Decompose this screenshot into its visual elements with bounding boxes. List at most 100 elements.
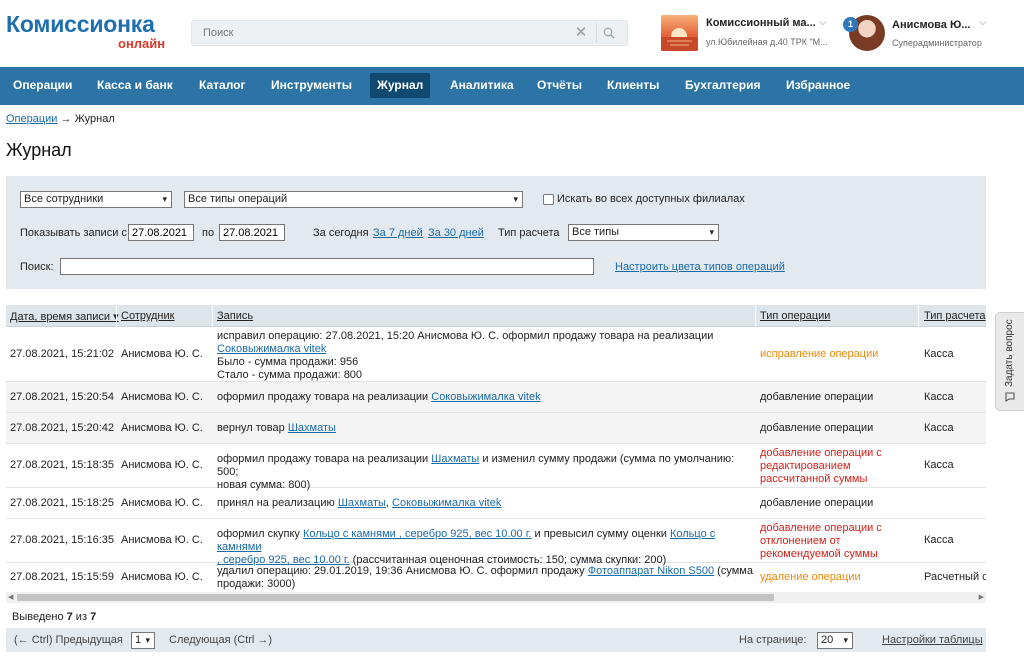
chevron-down-icon: ▾ bbox=[513, 194, 518, 204]
cell-record: вернул товар Шахматы bbox=[217, 422, 336, 434]
date-from-input[interactable] bbox=[128, 224, 194, 241]
configure-colors-link[interactable]: Настроить цвета типов операций bbox=[615, 261, 785, 273]
cell-calc-type: Расчетный сч bbox=[924, 571, 986, 583]
last-30-days-link[interactable]: За 30 дней bbox=[428, 227, 484, 239]
chat-icon bbox=[1004, 391, 1016, 406]
product-link[interactable]: Фотоаппарат Nikon S500 bbox=[588, 565, 714, 577]
to-label: по bbox=[202, 227, 215, 239]
cell-operation-type: добавление операции bbox=[760, 391, 874, 403]
header-date[interactable]: Дата, время записи ▾ bbox=[10, 310, 119, 323]
cell-employee: Анисмова Ю. С. bbox=[121, 534, 203, 546]
cell-record: оформил скупку Кольцо с камнями , серебр… bbox=[217, 528, 716, 566]
nav-item-journal[interactable]: Журнал bbox=[370, 73, 431, 98]
search-box: ✕ bbox=[191, 20, 628, 46]
cell-date: 27.08.2021, 15:20:42 bbox=[10, 422, 114, 434]
scroll-right-icon[interactable]: ▶ bbox=[979, 592, 984, 603]
cell-employee: Анисмова Ю. С. bbox=[121, 422, 203, 434]
logo[interactable]: Комиссионка онлайн bbox=[6, 12, 165, 51]
chevron-down-icon: ▾ bbox=[145, 635, 150, 645]
operation-type-select[interactable]: Все типы операций ▾ bbox=[184, 191, 523, 208]
operation-type-value: Все типы операций bbox=[188, 193, 288, 205]
store-image bbox=[661, 15, 698, 51]
table-settings-link[interactable]: Настройки таблицы bbox=[882, 634, 983, 646]
ask-question-tab[interactable]: Задать вопрос bbox=[995, 312, 1024, 411]
cell-employee: Анисмова Ю. С. bbox=[121, 497, 203, 509]
table-row[interactable]: 27.08.2021, 15:20:42 Анисмова Ю. С. верн… bbox=[6, 413, 986, 444]
nav-item-catalog[interactable]: Каталог bbox=[192, 73, 253, 98]
product-link[interactable]: Шахматы bbox=[431, 453, 479, 465]
cell-employee: Анисмова Ю. С. bbox=[121, 348, 203, 360]
per-page-select[interactable]: 20 ▾ bbox=[817, 632, 853, 649]
next-page-button[interactable]: Следующая (Ctrl →) bbox=[169, 634, 272, 646]
scrollbar-thumb[interactable] bbox=[17, 594, 774, 601]
cell-record: оформил продажу товара на реализации Сок… bbox=[217, 391, 541, 403]
all-branches-checkbox[interactable] bbox=[543, 194, 554, 205]
table-row[interactable]: 27.08.2021, 15:21:02 Анисмова Ю. С. испр… bbox=[6, 328, 986, 382]
employee-select-value: Все сотрудники bbox=[24, 193, 104, 205]
store-selector[interactable]: Комиссионный ма... ул.Юбилейная д.40 ТРК… bbox=[661, 14, 836, 52]
search-icon[interactable] bbox=[596, 23, 618, 43]
prev-page-button[interactable]: (← Ctrl) Предыдущая bbox=[14, 634, 123, 646]
cell-date: 27.08.2021, 15:16:35 bbox=[10, 534, 114, 546]
product-link[interactable]: Шахматы bbox=[288, 422, 336, 434]
cell-record: принял на реализацию Шахматы, Соковыжима… bbox=[217, 497, 502, 509]
cell-calc-type: Касса bbox=[924, 391, 954, 403]
product-link[interactable]: Соковыжималка vitek bbox=[217, 343, 326, 355]
today-label[interactable]: За сегодня bbox=[313, 227, 369, 239]
header-employee[interactable]: Сотрудник bbox=[121, 310, 174, 322]
product-link[interactable]: Шахматы bbox=[338, 497, 386, 509]
journal-table: Дата, время записи ▾ Сотрудник Запись Ти… bbox=[6, 305, 986, 591]
nav-item-analytics[interactable]: Аналитика bbox=[443, 73, 521, 98]
chevron-down-icon: ⌵ bbox=[979, 17, 987, 28]
header-record[interactable]: Запись bbox=[217, 310, 253, 322]
nav-item-accounting[interactable]: Бухгалтерия bbox=[678, 73, 768, 98]
calc-type-select[interactable]: Все типы ▾ bbox=[568, 224, 719, 241]
close-icon[interactable]: ✕ bbox=[572, 24, 590, 42]
table-row[interactable]: 27.08.2021, 15:16:35 Анисмова Ю. С. офор… bbox=[6, 519, 986, 566]
table-row[interactable]: 27.08.2021, 15:18:25 Анисмова Ю. С. прин… bbox=[6, 488, 986, 519]
table-row[interactable]: 27.08.2021, 15:15:59 Анисмова Ю. С. удал… bbox=[6, 563, 986, 591]
product-link[interactable]: Кольцо с камнями , серебро 925, вес 10.0… bbox=[303, 528, 531, 540]
nav-item-tools[interactable]: Инструменты bbox=[264, 73, 359, 98]
show-from-label: Показывать записи с bbox=[20, 227, 127, 239]
notification-badge[interactable]: 1 bbox=[843, 17, 858, 32]
product-link[interactable]: Соковыжималка vitek bbox=[431, 391, 540, 403]
horizontal-scrollbar[interactable]: ◀ ▶ bbox=[6, 592, 986, 603]
table-header: Дата, время записи ▾ Сотрудник Запись Ти… bbox=[6, 305, 986, 327]
calc-type-value: Все типы bbox=[572, 226, 620, 238]
search-input[interactable] bbox=[192, 21, 572, 45]
scroll-left-icon[interactable]: ◀ bbox=[8, 592, 13, 603]
nav-item-reports[interactable]: Отчёты bbox=[530, 73, 589, 98]
breadcrumb-link-operations[interactable]: Операции bbox=[6, 113, 57, 125]
per-page-label: На странице: bbox=[739, 634, 807, 646]
logo-sub: онлайн bbox=[118, 36, 166, 51]
table-row[interactable]: 27.08.2021, 15:20:54 Анисмова Ю. С. офор… bbox=[6, 382, 986, 413]
all-branches-label: Искать во всех доступных филиалах bbox=[557, 193, 745, 205]
user-menu[interactable]: 1 Анисмова Ю... Суперадминистратор ⌵ bbox=[843, 14, 1020, 54]
table-row[interactable]: 27.08.2021, 15:18:35 Анисмова Ю. С. офор… bbox=[6, 444, 986, 491]
nav-item-operations[interactable]: Операции bbox=[6, 73, 79, 98]
employee-select[interactable]: Все сотрудники ▾ bbox=[20, 191, 172, 208]
journal-search-input[interactable] bbox=[60, 258, 594, 275]
cell-operation-type: удаление операции bbox=[760, 571, 861, 583]
cell-date: 27.08.2021, 15:18:25 bbox=[10, 497, 114, 509]
cell-operation-type: добавление операции bbox=[760, 422, 874, 434]
last-7-days-link[interactable]: За 7 дней bbox=[373, 227, 423, 239]
cell-record: оформил продажу товара на реализации Шах… bbox=[217, 453, 735, 491]
header-calc-type[interactable]: Тип расчета bbox=[924, 310, 986, 322]
date-to-input[interactable] bbox=[219, 224, 285, 241]
page-select[interactable]: 1 ▾ bbox=[131, 632, 155, 649]
breadcrumb: Операции → Журнал bbox=[6, 113, 115, 125]
chevron-down-icon: ▾ bbox=[709, 227, 714, 237]
nav-item-cash-bank[interactable]: Касса и банк bbox=[90, 73, 180, 98]
calc-type-label: Тип расчета bbox=[498, 227, 560, 239]
header-operation-type[interactable]: Тип операции bbox=[760, 310, 830, 322]
cell-operation-type: добавление операции с редактированием ра… bbox=[760, 447, 882, 485]
nav-item-clients[interactable]: Клиенты bbox=[600, 73, 666, 98]
cell-calc-type: Касса bbox=[924, 534, 954, 546]
nav-item-favorites[interactable]: Избранное bbox=[779, 73, 857, 98]
cell-calc-type: Касса bbox=[924, 422, 954, 434]
store-name: Комиссионный ма... bbox=[706, 17, 816, 29]
product-link[interactable]: Соковыжималка vitek bbox=[392, 497, 501, 509]
cell-employee: Анисмова Ю. С. bbox=[121, 391, 203, 403]
